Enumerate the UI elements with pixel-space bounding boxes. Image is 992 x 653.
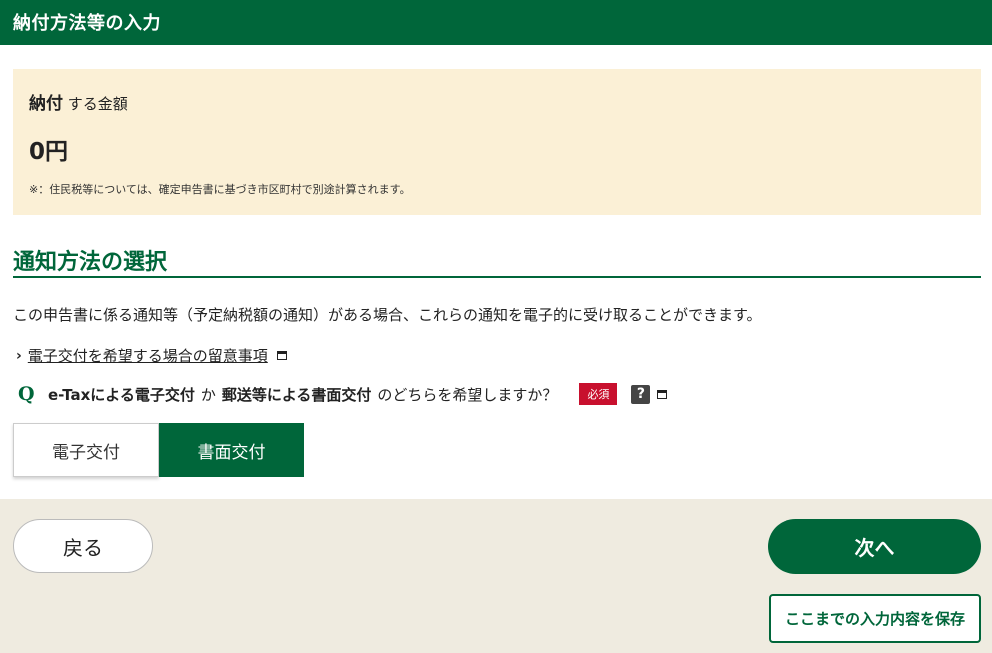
question-part-paper: 郵送等による書面交付	[221, 385, 372, 404]
question-part-which: のどちらを希望しますか？	[377, 385, 558, 404]
required-badge: 必須	[579, 383, 618, 405]
option-electronic-delivery[interactable]: 電子交付	[13, 423, 159, 477]
notification-description: この申告書に係る通知等（予定納税額の通知）がある場合、これらの通知を電子的に受け…	[13, 306, 762, 324]
question-part-or: か	[200, 385, 216, 404]
payment-label-strong: 納付	[29, 94, 63, 114]
payment-label-rest: する金額	[67, 95, 128, 113]
new-window-icon	[657, 389, 668, 399]
chevron-right-icon: ›	[16, 347, 22, 364]
payment-amount-box: 納付 する金額 0円 ※：住民税等については、確定申告書に基づき市区町村で別途計…	[13, 69, 981, 215]
delivery-method-question: Q e-Taxによる電子交付 か 郵送等による書面交付 のどちらを希望しますか？…	[18, 383, 668, 405]
question-part-electronic: e-Taxによる電子交付	[48, 385, 195, 404]
payment-amount-value: 0円	[29, 139, 69, 165]
section-divider	[13, 276, 981, 278]
electronic-delivery-notes-link[interactable]: › 電子交付を希望する場合の留意事項	[16, 345, 287, 366]
new-window-icon	[276, 351, 287, 360]
next-button[interactable]: 次へ	[768, 519, 981, 574]
back-button[interactable]: 戻る	[13, 519, 153, 573]
footer-bar: 戻る 次へ ここまでの入力内容を保存	[0, 499, 992, 653]
notes-link-text[interactable]: 電子交付を希望する場合の留意事項	[28, 345, 268, 366]
save-progress-button[interactable]: ここまでの入力内容を保存	[769, 594, 981, 643]
help-icon[interactable]: ?	[631, 384, 651, 404]
payment-amount-label: 納付 する金額	[29, 89, 128, 114]
notification-section-title: 通知方法の選択	[13, 250, 168, 275]
option-paper-delivery[interactable]: 書面交付	[159, 423, 304, 477]
page-header: 納付方法等の入力	[0, 0, 992, 45]
delivery-method-toggle: 電子交付 書面交付	[13, 423, 304, 477]
payment-amount-note: ※：住民税等については、確定申告書に基づき市区町村で別途計算されます。	[29, 183, 411, 196]
question-mark-label: Q	[18, 383, 35, 405]
page-title: 納付方法等の入力	[13, 13, 161, 34]
